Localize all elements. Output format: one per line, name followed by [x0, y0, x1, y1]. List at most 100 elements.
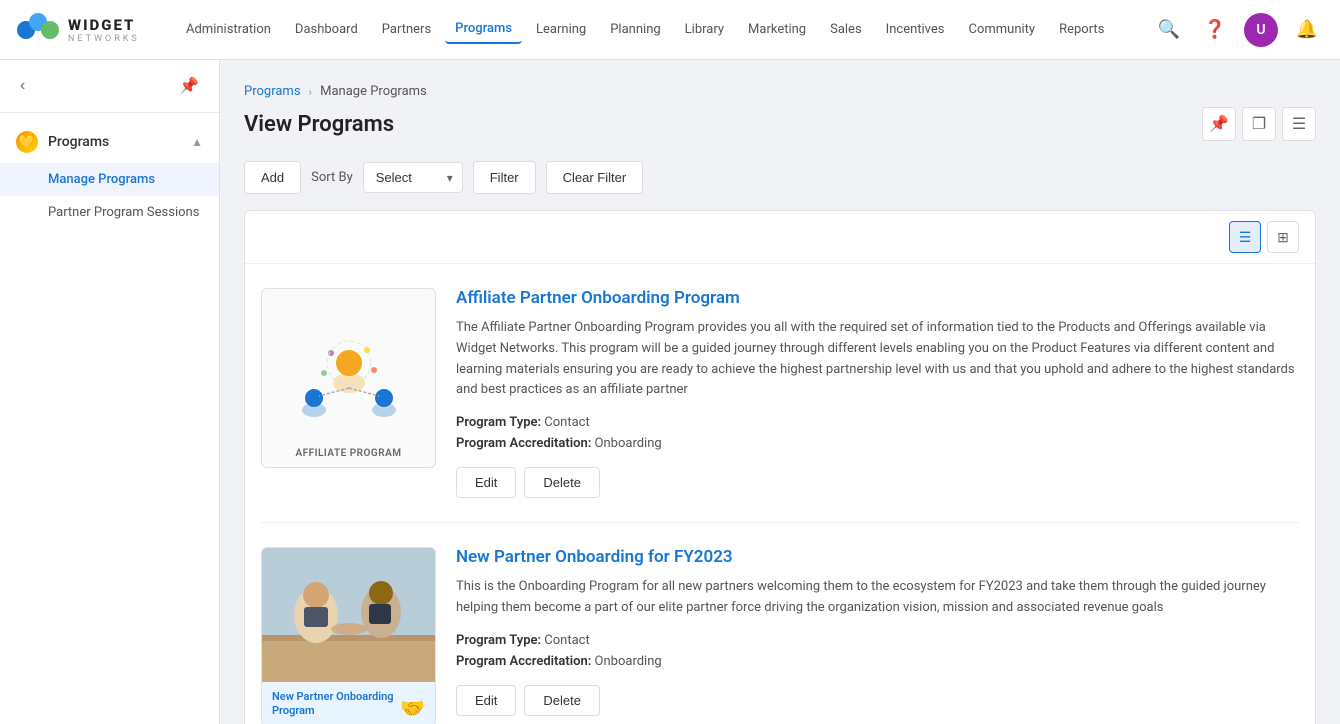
program-2-accreditation-value: Onboarding — [595, 654, 662, 669]
program-2-image: New Partner Onboarding Program 🤝 — [261, 547, 436, 724]
logo-brand: WIDGET — [68, 16, 140, 34]
main-content: Programs › Manage Programs View Programs… — [220, 60, 1340, 724]
program-2-type: Program Type: Contact — [456, 633, 1299, 648]
list-view-button[interactable]: ☰ — [1229, 221, 1261, 253]
nav-item-partners[interactable]: Partners — [372, 16, 441, 43]
list-view-icon: ☰ — [1239, 229, 1252, 246]
program-1-image: AFFILIATE PROGRAM — [261, 288, 436, 468]
page-header-actions: 📌 ❐ ☰ — [1202, 107, 1316, 141]
grid-view-icon: ⊞ — [1277, 229, 1289, 246]
program-2-delete-button[interactable]: Delete — [524, 685, 600, 716]
expand-button[interactable]: ❐ — [1242, 107, 1276, 141]
affiliate-icon-svg — [289, 318, 409, 438]
sidebar-header: ‹ 📌 — [0, 60, 219, 113]
clear-filter-button[interactable]: Clear Filter — [546, 161, 644, 194]
sidebar-item-manage-programs[interactable]: Manage Programs — [0, 163, 219, 196]
bell-icon: 🔔 — [1296, 19, 1318, 40]
notifications-button[interactable]: 🔔 — [1290, 13, 1324, 47]
nav-item-programs[interactable]: Programs — [445, 15, 522, 44]
program-2-type-label: Program Type: — [456, 633, 541, 648]
sidebar-section-icon: 💛 — [16, 131, 38, 153]
nav-item-dashboard[interactable]: Dashboard — [285, 16, 368, 43]
menu-button[interactable]: ☰ — [1282, 107, 1316, 141]
program-item: New Partner Onboarding Program 🤝 New Par… — [261, 523, 1299, 724]
page-header: View Programs 📌 ❐ ☰ — [244, 107, 1316, 141]
pin-icon: 📌 — [179, 78, 199, 95]
top-navigation: WIDGET NETWORKS Administration Dashboard… — [0, 0, 1340, 60]
photo-placeholder — [261, 548, 436, 681]
logo-text-block: WIDGET NETWORKS — [68, 16, 140, 44]
sidebar-section-title: 💛 Programs — [16, 131, 109, 153]
nav-item-learning[interactable]: Learning — [526, 16, 596, 43]
breadcrumb-parent-link[interactable]: Programs — [244, 84, 301, 99]
logo-area: WIDGET NETWORKS — [16, 12, 176, 48]
nav-item-community[interactable]: Community — [959, 16, 1046, 43]
help-icon: ❓ — [1204, 19, 1226, 40]
search-button[interactable]: 🔍 — [1152, 13, 1186, 47]
menu-icon: ☰ — [1292, 114, 1306, 134]
program-2-accreditation-label: Program Accreditation: — [456, 654, 591, 669]
main-nav: Administration Dashboard Partners Progra… — [176, 15, 1152, 44]
help-button[interactable]: ❓ — [1198, 13, 1232, 47]
program-1-image-label: AFFILIATE PROGRAM — [262, 448, 435, 459]
program-2-edit-button[interactable]: Edit — [456, 685, 516, 716]
program-2-accreditation: Program Accreditation: Onboarding — [456, 654, 1299, 669]
nav-icons: 🔍 ❓ U 🔔 — [1152, 13, 1324, 47]
content-panel: ☰ ⊞ — [244, 210, 1316, 724]
sidebar-section-label: Programs — [48, 134, 109, 150]
filter-button[interactable]: Filter — [473, 161, 536, 194]
program-list: AFFILIATE PROGRAM Affiliate Partner Onbo… — [245, 264, 1315, 724]
program-2-actions: Edit Delete — [456, 685, 1299, 716]
program-item: AFFILIATE PROGRAM Affiliate Partner Onbo… — [261, 264, 1299, 523]
toolbar: Add Sort By Select Filter Clear Filter — [244, 161, 1316, 194]
sort-select[interactable]: Select — [363, 162, 463, 193]
bookmark-button[interactable]: 📌 — [1202, 107, 1236, 141]
page-title: View Programs — [244, 112, 394, 137]
program-1-type: Program Type: Contact — [456, 415, 1299, 430]
program-2-info: New Partner Onboarding for FY2023 This i… — [456, 547, 1299, 724]
sidebar: ‹ 📌 💛 Programs ▲ Manage Programs Partner… — [0, 60, 220, 724]
program-type-value: Contact — [544, 415, 589, 430]
breadcrumb-current: Manage Programs — [320, 84, 427, 99]
program-accreditation-value: Onboarding — [595, 436, 662, 451]
sidebar-sub-items: Manage Programs Partner Program Sessions — [0, 163, 219, 229]
handshake-icon: 🤝 — [400, 696, 425, 720]
avatar[interactable]: U — [1244, 13, 1278, 47]
program-1-description: The Affiliate Partner Onboarding Program… — [456, 318, 1299, 401]
sidebar-item-partner-program-sessions[interactable]: Partner Program Sessions — [0, 196, 219, 229]
program-2-description: This is the Onboarding Program for all n… — [456, 577, 1299, 619]
program-1-actions: Edit Delete — [456, 467, 1299, 498]
program-accreditation-label: Program Accreditation: — [456, 436, 591, 451]
sort-by-label: Sort By — [311, 170, 353, 185]
sort-select-wrapper: Select — [363, 162, 463, 193]
app-body: ‹ 📌 💛 Programs ▲ Manage Programs Partner… — [0, 60, 1340, 724]
nav-item-marketing[interactable]: Marketing — [738, 16, 816, 43]
program-1-info: Affiliate Partner Onboarding Program The… — [456, 288, 1299, 498]
sidebar-section-header[interactable]: 💛 Programs ▲ — [0, 121, 219, 163]
grid-view-button[interactable]: ⊞ — [1267, 221, 1299, 253]
program-1-title[interactable]: Affiliate Partner Onboarding Program — [456, 288, 1299, 308]
sidebar-pin-button[interactable]: 📌 — [175, 72, 203, 100]
nav-item-administration[interactable]: Administration — [176, 16, 281, 43]
nav-item-library[interactable]: Library — [675, 16, 734, 43]
search-icon: 🔍 — [1158, 19, 1180, 40]
photo-svg — [261, 548, 436, 681]
program-type-label: Program Type: — [456, 415, 541, 430]
nav-item-planning[interactable]: Planning — [600, 16, 670, 43]
sidebar-collapse-button[interactable]: ‹ — [16, 73, 29, 99]
collapse-icon: ‹ — [20, 77, 25, 94]
program-1-delete-button[interactable]: Delete — [524, 467, 600, 498]
add-button[interactable]: Add — [244, 161, 301, 194]
program-2-title[interactable]: New Partner Onboarding for FY2023 — [456, 547, 1299, 567]
breadcrumb-separator: › — [309, 85, 313, 99]
nav-item-reports[interactable]: Reports — [1049, 16, 1114, 43]
breadcrumb: Programs › Manage Programs — [244, 84, 1316, 99]
chevron-up-icon: ▲ — [191, 135, 203, 149]
nav-item-incentives[interactable]: Incentives — [876, 16, 955, 43]
program-1-edit-button[interactable]: Edit — [456, 467, 516, 498]
program-1-accreditation: Program Accreditation: Onboarding — [456, 436, 1299, 451]
program-2-type-value: Contact — [544, 633, 589, 648]
logo-icon — [16, 12, 60, 48]
expand-icon: ❐ — [1252, 114, 1266, 134]
nav-item-sales[interactable]: Sales — [820, 16, 872, 43]
